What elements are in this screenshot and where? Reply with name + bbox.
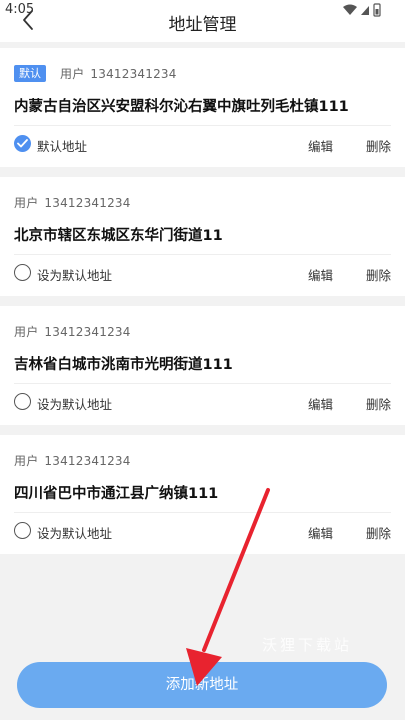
address-text: 内蒙古自治区兴安盟科尔沁右翼中旗吐列毛杜镇111: [14, 99, 349, 115]
user-label: 用户: [14, 324, 39, 339]
delete-button[interactable]: 删除: [366, 136, 391, 155]
user-label: 用户: [14, 453, 39, 468]
divider: [14, 512, 391, 513]
page-title: 地址管理: [168, 15, 237, 35]
set-default-radio[interactable]: [14, 264, 31, 281]
divider: [14, 254, 391, 255]
delete-button[interactable]: 删除: [366, 523, 391, 542]
user-label: 用户: [60, 66, 85, 81]
add-address-button[interactable]: 添加新地址: [17, 662, 387, 708]
address-text: 吉林省白城市洮南市光明街道111: [14, 357, 233, 373]
address-card: 默认 用户 13412341234 内蒙古自治区兴安盟科尔沁右翼中旗吐列毛杜镇11…: [0, 48, 405, 167]
user-label: 用户: [14, 195, 39, 210]
address-card: 用户 13412341234 吉林省白城市洮南市光明街道111 设为默认地址 编辑…: [0, 306, 405, 425]
delete-button[interactable]: 删除: [366, 265, 391, 284]
default-address-label: 默认地址: [37, 139, 88, 154]
user-phone: 13412341234: [90, 66, 177, 81]
edit-button[interactable]: 编辑: [308, 394, 333, 413]
divider: [14, 383, 391, 384]
set-default-label[interactable]: 设为默认地址: [37, 523, 112, 542]
default-radio-checked[interactable]: [14, 135, 31, 152]
set-default-radio[interactable]: [14, 393, 31, 410]
user-phone: 13412341234: [44, 324, 131, 339]
edit-button[interactable]: 编辑: [308, 136, 333, 155]
default-badge: 默认: [14, 64, 46, 82]
edit-button[interactable]: 编辑: [308, 265, 333, 284]
user-phone: 13412341234: [44, 453, 131, 468]
address-card: 用户 13412341234 北京市辖区东城区东华门街道11 设为默认地址 编辑 …: [0, 177, 405, 296]
set-default-label[interactable]: 设为默认地址: [37, 394, 112, 413]
nav-bar: 4:05 地址管理: [0, 0, 405, 42]
set-default-label[interactable]: 设为默认地址: [37, 265, 112, 284]
user-phone: 13412341234: [44, 195, 131, 210]
watermark: 沃狸下载站: [262, 636, 353, 654]
delete-button[interactable]: 删除: [366, 394, 391, 413]
divider: [14, 125, 391, 126]
edit-button[interactable]: 编辑: [308, 523, 333, 542]
address-text: 北京市辖区东城区东华门街道11: [14, 228, 223, 244]
address-card: 用户 13412341234 四川省巴中市通江县广纳镇111 设为默认地址 编辑 …: [0, 435, 405, 554]
check-icon: [17, 139, 28, 148]
address-text: 四川省巴中市通江县广纳镇111: [14, 486, 219, 502]
set-default-radio[interactable]: [14, 522, 31, 539]
